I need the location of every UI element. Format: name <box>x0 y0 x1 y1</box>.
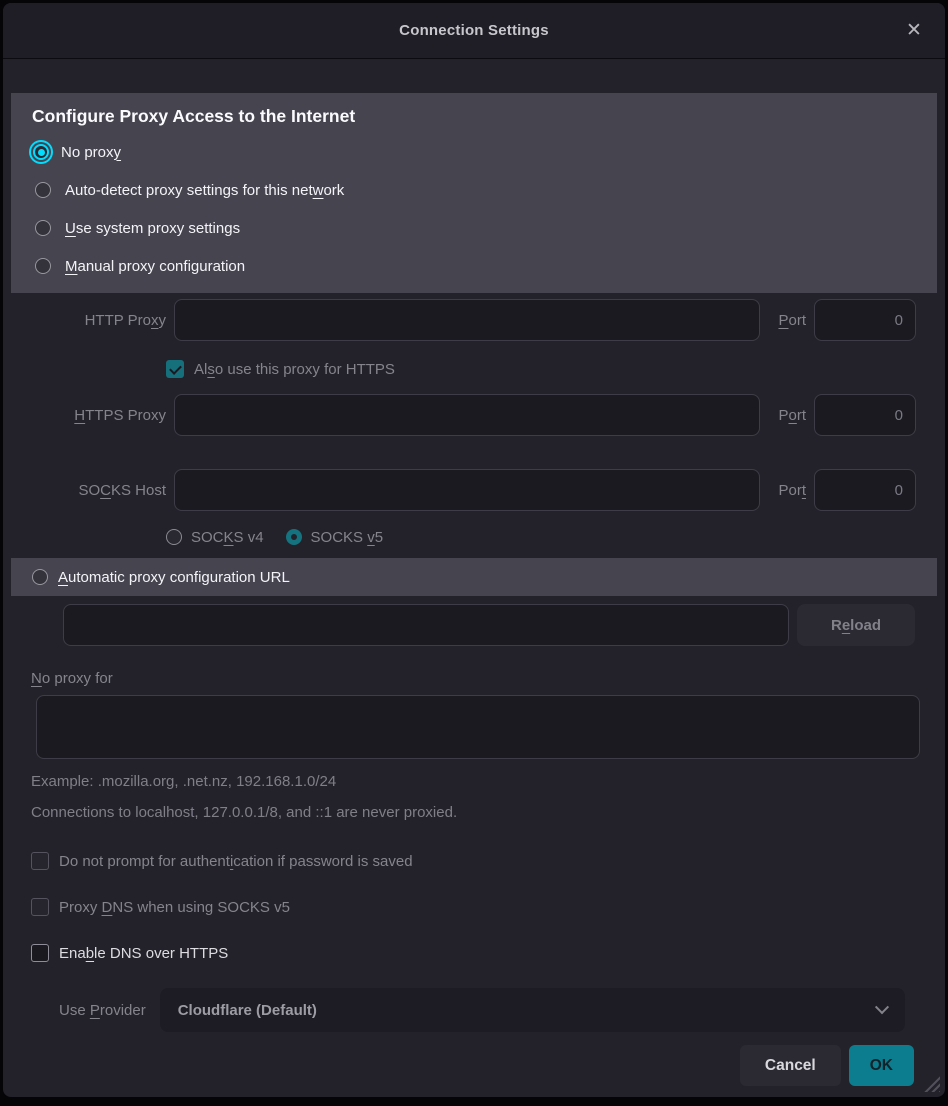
also-https-checkbox[interactable] <box>166 360 184 378</box>
socks-host-row: SOCKS Host Port <box>6 469 916 511</box>
radio-autodetect-label: Auto-detect proxy settings for this netw… <box>65 182 344 199</box>
dialog-title: Connection Settings <box>399 22 549 39</box>
connection-settings-dialog: Connection Settings ✕ Configure Proxy Ac… <box>3 3 945 1097</box>
socks-host-input[interactable] <box>174 469 760 511</box>
dialog-titlebar: Connection Settings ✕ <box>3 3 945 59</box>
radio-row-manual[interactable]: Manual proxy configuration <box>31 247 917 285</box>
radio-socks-v4[interactable] <box>166 529 182 545</box>
also-https-label: Also use this proxy for HTTPS <box>194 361 395 378</box>
radio-auto-url[interactable] <box>32 569 48 585</box>
use-provider-label: Use Provider <box>59 1002 146 1019</box>
reload-button[interactable]: Reload <box>797 604 915 646</box>
radio-manual[interactable] <box>35 258 51 274</box>
radio-no-proxy[interactable] <box>33 144 49 160</box>
radio-no-proxy-label: No proxy <box>61 144 121 161</box>
resize-grip[interactable] <box>923 1075 940 1092</box>
enable-doh-label: Enable DNS over HTTPS <box>59 945 228 962</box>
close-icon[interactable]: ✕ <box>899 16 929 46</box>
proxy-mode-section: Configure Proxy Access to the Internet N… <box>11 93 937 293</box>
socks-port-input[interactable] <box>814 469 916 511</box>
localhost-note-text: Connections to localhost, 127.0.0.1/8, a… <box>31 804 945 821</box>
radio-row-system[interactable]: Use system proxy settings <box>31 209 917 247</box>
provider-selected-value: Cloudflare (Default) <box>178 1002 877 1019</box>
no-proxy-for-label: No proxy for <box>31 670 945 687</box>
no-proxy-for-textarea[interactable] <box>36 695 920 759</box>
radio-socks-v5[interactable] <box>286 529 302 545</box>
http-proxy-input[interactable] <box>174 299 760 341</box>
chevron-down-icon <box>875 1000 889 1014</box>
http-port-label: Port <box>768 312 806 329</box>
doh-provider-row: Use Provider Cloudflare (Default) <box>59 988 905 1032</box>
no-proxy-example-text: Example: .mozilla.org, .net.nz, 192.168.… <box>31 773 945 790</box>
auth-prompt-checkbox[interactable] <box>31 852 49 870</box>
radio-system-label: Use system proxy settings <box>65 220 240 237</box>
auth-prompt-row[interactable]: Do not prompt for authentication if pass… <box>31 848 945 874</box>
socks-port-label: Port <box>768 482 806 499</box>
https-proxy-row: HTTPS Proxy Port <box>6 394 916 436</box>
socks-version-row: SOCKS v4 SOCKS v5 <box>166 524 945 550</box>
auto-url-row[interactable]: Automatic proxy configuration URL <box>11 558 937 596</box>
proxy-dns-row[interactable]: Proxy DNS when using SOCKS v5 <box>31 894 945 920</box>
http-port-input[interactable] <box>814 299 916 341</box>
https-proxy-input[interactable] <box>174 394 760 436</box>
https-port-label: Port <box>768 407 806 424</box>
dialog-footer: Cancel OK <box>3 1045 914 1086</box>
auth-prompt-label: Do not prompt for authentication if pass… <box>59 853 413 870</box>
radio-system[interactable] <box>35 220 51 236</box>
radio-row-no-proxy[interactable]: No proxy <box>31 133 917 171</box>
ok-button[interactable]: OK <box>849 1045 914 1086</box>
section-heading: Configure Proxy Access to the Internet <box>32 106 917 127</box>
https-port-input[interactable] <box>814 394 916 436</box>
socks-v4-label: SOCKS v4 <box>191 529 264 546</box>
radio-manual-label: Manual proxy configuration <box>65 258 245 275</box>
https-proxy-label: HTTPS Proxy <box>6 407 166 424</box>
http-proxy-row: HTTP Proxy Port <box>6 299 916 341</box>
proxy-dns-label: Proxy DNS when using SOCKS v5 <box>59 899 290 916</box>
radio-row-autodetect[interactable]: Auto-detect proxy settings for this netw… <box>31 171 917 209</box>
radio-autodetect[interactable] <box>35 182 51 198</box>
also-https-row[interactable]: Also use this proxy for HTTPS <box>166 356 945 382</box>
http-proxy-label: HTTP Proxy <box>6 312 166 329</box>
auto-url-label: Automatic proxy configuration URL <box>58 569 290 586</box>
provider-dropdown[interactable]: Cloudflare (Default) <box>160 988 905 1032</box>
socks-v5-label: SOCKS v5 <box>311 529 384 546</box>
auto-url-input[interactable] <box>63 604 789 646</box>
proxy-dns-checkbox[interactable] <box>31 898 49 916</box>
cancel-button[interactable]: Cancel <box>740 1045 841 1086</box>
socks-host-label: SOCKS Host <box>6 482 166 499</box>
enable-doh-checkbox[interactable] <box>31 944 49 962</box>
auto-url-input-row: Reload <box>63 604 915 646</box>
enable-doh-row[interactable]: Enable DNS over HTTPS <box>31 940 945 966</box>
